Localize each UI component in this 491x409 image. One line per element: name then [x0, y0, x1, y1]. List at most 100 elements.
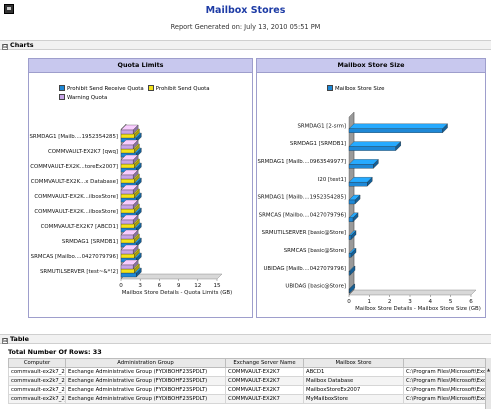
bar — [120, 264, 134, 270]
table-cell: C:\Program Files\Microsoft\Exchange Serv… — [403, 367, 486, 377]
bar — [120, 272, 137, 278]
x-axis-label: Mailbox Store Details - Mailbox Store Si… — [355, 306, 481, 312]
column-header-admin-group[interactable]: Administration Group — [65, 358, 226, 368]
bar — [120, 253, 135, 259]
category-label: SRMUTILSERVER [test~&*!2] — [40, 269, 118, 275]
legend-swatch — [327, 85, 333, 91]
bar — [120, 129, 134, 135]
bar — [348, 182, 368, 187]
bar — [120, 193, 135, 199]
size-chart-title: Mailbox Store Size — [257, 59, 485, 73]
legend-item: Prohibit Send Receive Quota — [59, 85, 144, 94]
category-label: SRMCAS [Mailbo....0427079796] — [31, 254, 118, 260]
category-label: SRMCAS [Mailbo....0427079796] — [259, 212, 346, 218]
bar — [120, 148, 135, 154]
quota-limits-panel: Quota Limits Prohibit Send Receive Quota… — [28, 58, 253, 318]
bar — [120, 219, 134, 225]
category-label: SRMUTILSERVER [basic@Store] — [262, 230, 346, 236]
x-tick-label: 6 — [469, 299, 473, 305]
bar — [120, 178, 135, 184]
column-header-mailbox-store[interactable]: Mailbox Store — [303, 358, 404, 368]
table-cell: Exchange Administrative Group (FYDIBOHF2… — [65, 367, 226, 377]
bar — [348, 164, 374, 169]
x-tick-label: 2 — [388, 299, 392, 305]
category-label: I20 [test1] — [318, 177, 346, 183]
bar — [348, 128, 443, 133]
table-row[interactable]: commvault-ex2k7_2_3 Exchange Administrat… — [8, 385, 486, 395]
category-label: SRMDAG1 [SRMDB1] — [62, 239, 118, 245]
bar — [120, 208, 135, 214]
quota-limits-chart: SRMDAG1 [Mailb....1952354285] COMMVAULT-E… — [29, 123, 232, 296]
column-header-server-name[interactable]: Exchange Server Name — [225, 358, 304, 368]
x-tick-label: 3 — [138, 283, 142, 289]
x-tick-label: 4 — [429, 299, 433, 305]
x-tick-label: 5 — [449, 299, 453, 305]
bar — [120, 163, 135, 169]
table-cell: COMMVAULT-EX2K7 — [225, 394, 304, 404]
bar — [120, 234, 134, 240]
total-rows-label: Total Number Of Rows: 33 — [8, 348, 102, 356]
collapse-icon[interactable]: ⊟ — [2, 44, 8, 50]
x-tick-label: 6 — [158, 283, 162, 289]
column-header-computer[interactable]: Computer — [8, 358, 66, 368]
bar — [120, 133, 135, 139]
table-cell: Exchange Administrative Group (FYDIBOHF2… — [65, 385, 226, 395]
category-label: COMMVAULT-EX2K...x Database] — [31, 179, 118, 185]
table-cell: commvault-ex2k7_2_3 — [8, 367, 66, 377]
charts-section-header[interactable]: ⊟ Charts — [0, 40, 491, 50]
table-cell: Exchange Administrative Group (FYDIBOHF2… — [65, 376, 226, 386]
table-header-row: Computer Administration Group Exchange S… — [8, 358, 486, 368]
bar — [348, 253, 352, 258]
category-label: COMMVAULT-EX2K...ilboxStore] — [34, 209, 118, 215]
bar — [120, 268, 135, 274]
x-tick-label: 0 — [347, 299, 351, 305]
table-section-label: Table — [10, 335, 29, 343]
quota-legend: Prohibit Send Receive Quota Prohibit Send… — [59, 85, 239, 103]
mailbox-size-panel: Mailbox Store Size Mailbox Store Size SR… — [256, 58, 486, 318]
bar-top — [348, 141, 402, 147]
table-cell: commvault-ex2k7_2_3 — [8, 376, 66, 386]
table-section-header[interactable]: ⊟ Table — [0, 334, 491, 344]
table-row[interactable]: commvault-ex2k7_2_3 Exchange Administrat… — [8, 376, 486, 386]
table-cell: commvault-ex2k7_2_3 — [8, 385, 66, 395]
table-cell: Mailbox Database — [303, 376, 404, 386]
table-cell: commvault-ex2k7_2_3 — [8, 394, 66, 404]
bar — [120, 189, 134, 195]
quota-chart-title: Quota Limits — [29, 59, 252, 73]
bar — [348, 271, 351, 276]
category-label: UBIDAG [basic@Store] — [285, 284, 346, 290]
legend-item: Mailbox Store Size — [327, 85, 384, 94]
table-cell: COMMVAULT-EX2K7 — [225, 376, 304, 386]
bar — [120, 204, 134, 210]
category-label: SRMCAS [basic@Store] — [284, 248, 346, 254]
table-cell: MailboxStoreEx2007 — [303, 385, 404, 395]
table-scrollbar[interactable]: ▲ — [485, 358, 491, 409]
category-label: COMMVAULT-EX2K...ilboxStore] — [34, 194, 118, 200]
category-label: SRMDAG1 [Mailb....0963549977] — [257, 159, 346, 165]
report-generated: Report Generated on: July 13, 2010 05:51… — [170, 23, 321, 31]
bar-top — [348, 123, 448, 129]
bar — [348, 146, 396, 151]
collapse-icon[interactable]: ⊟ — [2, 338, 8, 344]
category-label: SRMDAG1 [Mailb....1952354285] — [257, 195, 346, 201]
category-label: UBIDAG [Mailb....0427079796] — [263, 266, 346, 272]
table-cell: MyMailboxStore — [303, 394, 404, 404]
legend-swatch — [59, 85, 65, 91]
legend-item: Warning Quota — [59, 94, 107, 103]
category-label: COMMVAULT-EX2K7 [ABCD1] — [41, 224, 118, 230]
table-cell: C:\Program Files\Microsoft\Exchange Serv… — [403, 376, 486, 386]
bar — [120, 223, 135, 229]
bar — [120, 159, 134, 165]
legend-swatch — [59, 94, 65, 100]
bar — [348, 217, 354, 222]
scroll-up-icon[interactable]: ▲ — [486, 367, 491, 373]
table-row[interactable]: commvault-ex2k7_2_3 Exchange Administrat… — [8, 394, 486, 404]
table-row[interactable]: commvault-ex2k7_2_3 Exchange Administrat… — [8, 367, 486, 377]
legend-swatch — [147, 85, 154, 91]
bar — [348, 199, 356, 205]
bar — [120, 144, 134, 150]
bar — [120, 238, 135, 244]
column-header-path[interactable] — [403, 358, 486, 368]
category-label: COMMVAULT-EX2K...toreEx2007] — [30, 164, 118, 170]
x-tick-label: 15 — [213, 283, 221, 289]
